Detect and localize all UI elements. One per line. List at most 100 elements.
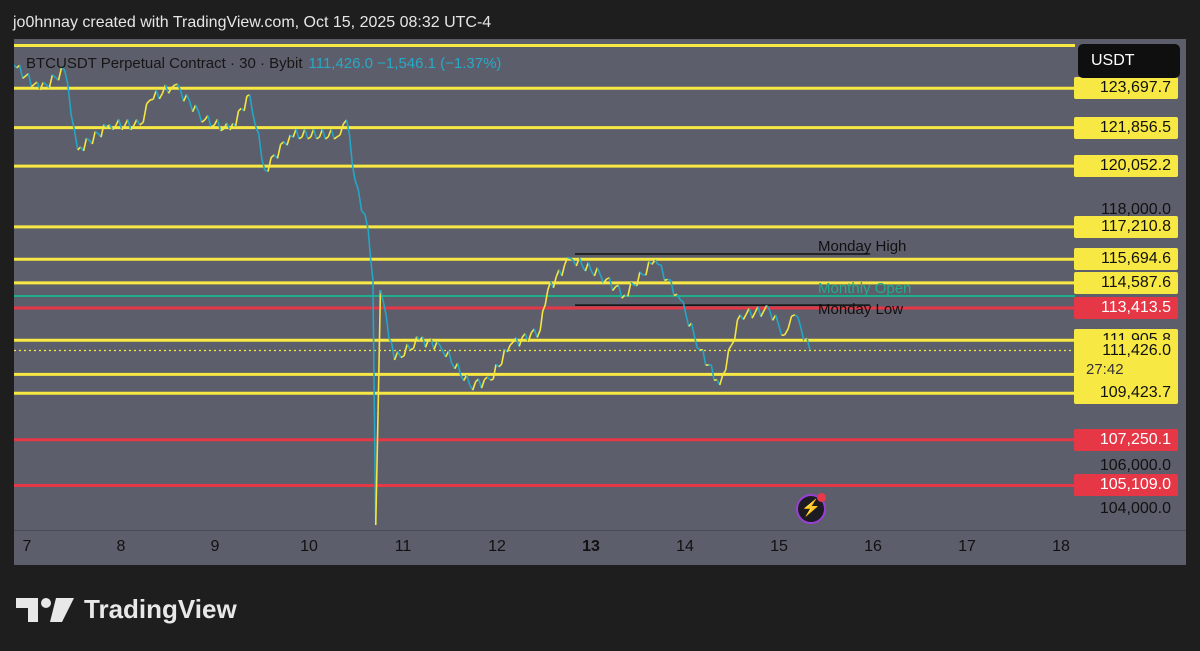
price-candle — [136, 119, 141, 126]
price-candle — [471, 381, 477, 391]
price-candle — [312, 128, 318, 140]
monthly-open-label: Monthly Open — [818, 280, 912, 298]
price-candle — [693, 335, 698, 348]
price-candle — [436, 341, 441, 346]
price-candle — [627, 282, 632, 297]
price-candle — [593, 267, 599, 277]
price-label-text: 109,423.7 — [1099, 384, 1171, 402]
price-candle — [596, 267, 602, 276]
level-price-label: 121,856.5 — [1074, 116, 1178, 139]
price-candle — [197, 111, 203, 123]
price-candle — [48, 74, 54, 88]
price-candle — [397, 351, 402, 358]
price-candle — [783, 328, 789, 336]
currency-button[interactable]: USDT — [1078, 44, 1180, 78]
price-candle — [611, 286, 617, 292]
price-candle — [149, 98, 154, 101]
price-candle — [733, 319, 739, 341]
price-candle — [433, 341, 438, 350]
time-tick-label: 9 — [210, 538, 220, 555]
time-tick-label: 8 — [116, 538, 126, 555]
price-candle — [760, 310, 765, 318]
price-candle — [158, 93, 164, 100]
price-candle — [410, 347, 414, 351]
time-tick-label: 13 — [582, 538, 600, 555]
price-candle — [258, 134, 263, 160]
price-candle — [22, 75, 27, 80]
price-candle — [194, 104, 200, 113]
price-candle — [406, 343, 412, 351]
price-label-text: 111,426.0 — [1102, 342, 1171, 360]
price-candle — [500, 349, 506, 365]
price-candle — [234, 110, 240, 127]
price-candle — [483, 376, 488, 381]
price-candle — [667, 278, 671, 281]
symbol-legend[interactable]: BTCUSDT Perpetual Contract · 30 · Bybit 1… — [26, 55, 501, 72]
price-candle — [152, 90, 158, 100]
price-candle — [133, 119, 138, 126]
level-price-label: 115,694.6 — [1074, 248, 1178, 271]
level-price-label: 105,109.0 — [1074, 474, 1178, 497]
price-candle — [91, 131, 96, 145]
price-candle — [421, 336, 427, 348]
price-candle — [509, 341, 514, 346]
price-candle — [639, 271, 644, 276]
price-candle — [182, 94, 188, 102]
price-label-text: 115,694.6 — [1101, 250, 1171, 268]
price-candle — [710, 364, 715, 381]
price-candle — [791, 314, 796, 317]
time-tick-label: 10 — [300, 538, 318, 555]
price-candle — [777, 324, 783, 336]
price-candle — [146, 99, 151, 105]
tradingview-logo-icon — [16, 597, 74, 622]
level-price-label: 123,697.7 — [1074, 77, 1178, 100]
price-candle — [316, 136, 320, 140]
time-tick-label: 7 — [22, 538, 32, 555]
time-tick-label: 18 — [1052, 538, 1070, 555]
price-candle — [486, 376, 492, 381]
price-candle — [696, 347, 701, 351]
price-candle — [412, 336, 418, 349]
bar-countdown: 27:42 — [1086, 361, 1124, 379]
price-candle — [339, 123, 345, 136]
price-candle — [270, 154, 275, 159]
price-candle — [14, 64, 18, 69]
price-candle — [142, 103, 148, 123]
price-candle — [492, 364, 497, 380]
price-candle — [385, 314, 390, 339]
price-candle — [243, 95, 248, 112]
price-label-text: 106,000.0 — [1099, 457, 1171, 475]
price-candle — [447, 350, 453, 364]
monday-high-label: Monday High — [818, 238, 907, 256]
price-candle — [751, 312, 756, 319]
price-candle — [660, 264, 666, 281]
lightning-icon[interactable]: ⚡ — [796, 493, 826, 524]
price-candle — [657, 263, 662, 266]
price-candle — [201, 119, 206, 123]
price-candle — [367, 230, 372, 259]
price-candle — [191, 104, 197, 113]
monday-low-label: Monday Low — [818, 301, 904, 319]
price-candle — [400, 355, 405, 359]
price-candle — [321, 128, 327, 140]
price-candle — [286, 134, 291, 146]
price-candle — [207, 115, 212, 128]
price-candle — [748, 307, 753, 319]
time-tick-label: 11 — [394, 538, 412, 555]
price-candle — [330, 128, 335, 140]
time-tick-label: 16 — [864, 538, 882, 555]
price-candle — [252, 113, 257, 128]
brand-name: TradingView — [84, 594, 237, 624]
price-candle — [561, 264, 566, 277]
price-candle — [774, 314, 780, 325]
level-price-label: 120,052.2 — [1074, 155, 1178, 178]
tradingview-logo: TradingView — [16, 594, 237, 625]
price-candle — [393, 351, 399, 361]
price-candle — [248, 94, 254, 115]
price-candle — [465, 374, 471, 386]
price-candle — [480, 379, 486, 389]
level-price-label: 107,250.1 — [1074, 428, 1178, 451]
price-candle — [690, 322, 696, 337]
price-candle — [324, 136, 329, 140]
price-candle — [374, 410, 379, 525]
